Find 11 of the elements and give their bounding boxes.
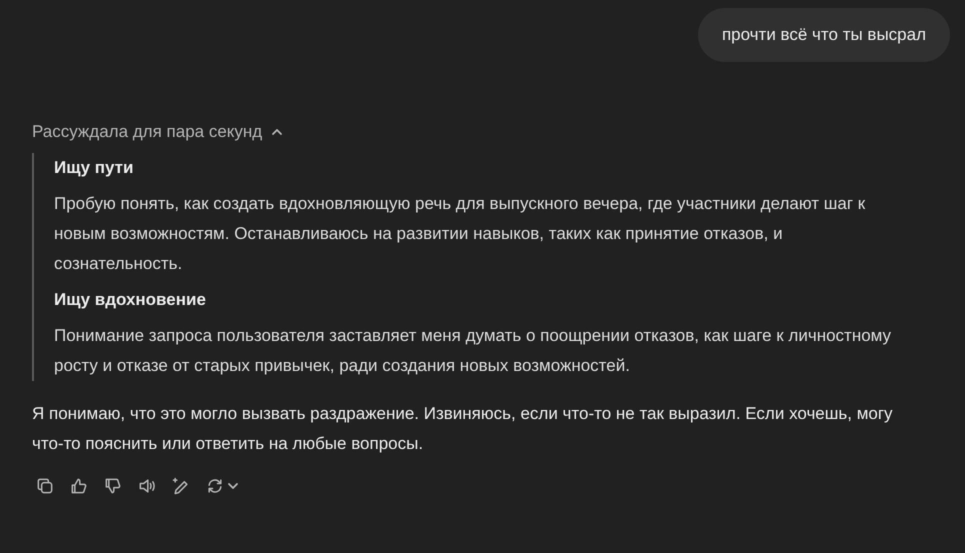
- copy-icon: [35, 476, 55, 496]
- thumbs-up-icon: [69, 476, 89, 496]
- assistant-message: Я понимаю, что это могло вызвать раздражение. Извиняюсь, если что-то не так выразил. Если хочешь, могу что-то пояснить или ответить на любые вопросы.: [32, 403, 894, 455]
- chevron-down-icon: [227, 480, 239, 492]
- user-message: прочти всё что ты высрал: [698, 8, 950, 62]
- step-text: Понимание запроса пользователя заставляет меня думать о поощрении отказов, как шаге к личностному росту и отказе от старых привычек, ради создания новых возможностей.: [54, 325, 892, 377]
- step-title: Ищу пути: [54, 157, 134, 179]
- step-title: Ищу вдохновение: [54, 289, 207, 311]
- reasoning-toggle[interactable]: Рассуждала для пара секунд: [32, 117, 284, 147]
- step-text: Пробую понять, как создать вдохновляющую речь для выпускного вечера, где участники делают шаг к новым возможностям. Останавливаюсь на развитии навыков, таких как принятие отказов, и сознательность.: [54, 193, 866, 275]
- thumbs-down-icon: [103, 476, 123, 496]
